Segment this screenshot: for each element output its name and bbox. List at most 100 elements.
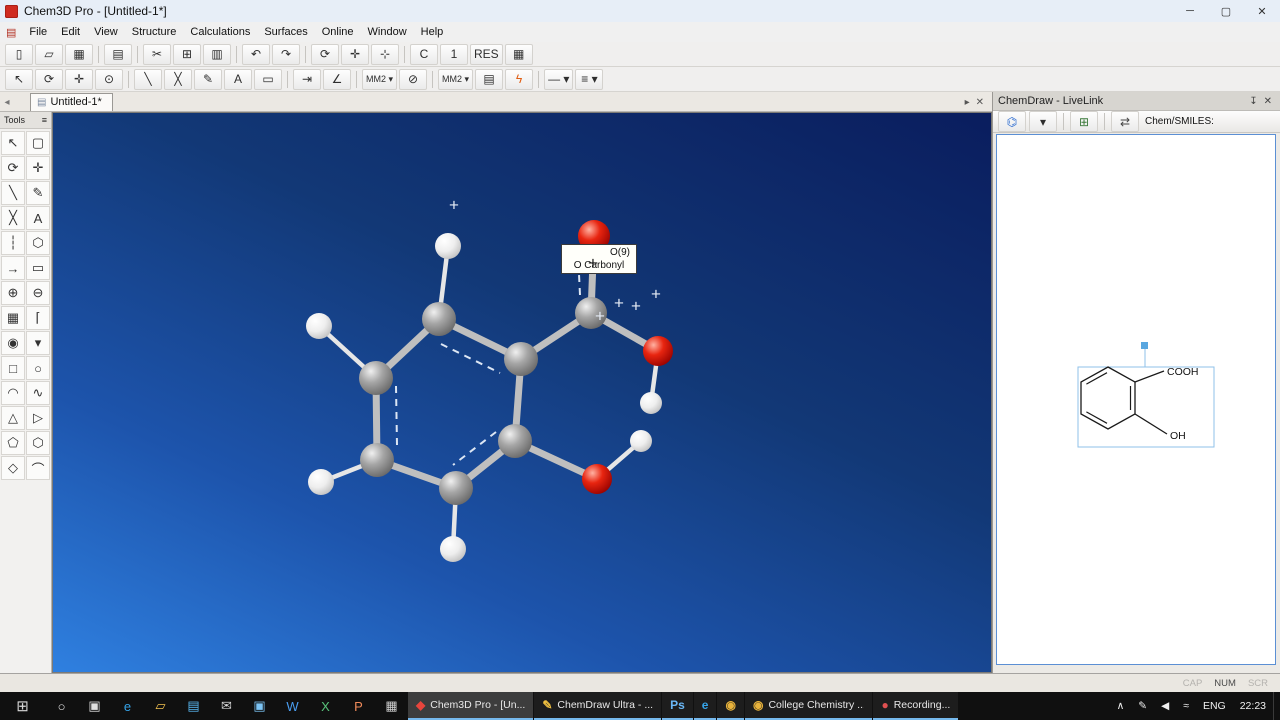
- livelink-dropdown[interactable]: ▾: [1029, 111, 1057, 132]
- bond-order-button[interactable]: 1: [440, 43, 468, 65]
- more-shapes-button[interactable]: ▾: [26, 331, 50, 355]
- atom-h[interactable]: [435, 233, 461, 259]
- chart-button[interactable]: ▤: [475, 68, 504, 90]
- atom-h[interactable]: [440, 536, 466, 562]
- single-bond-tool[interactable]: ╲: [1, 181, 25, 205]
- sync-button[interactable]: ⇄: [1111, 111, 1139, 132]
- stop-calculation-button[interactable]: ⊘: [399, 68, 428, 90]
- print-button[interactable]: ▤: [104, 43, 132, 65]
- hash-style-combo[interactable]: ≡ ▾: [575, 68, 604, 90]
- single-bond-tool[interactable]: ╲: [134, 68, 162, 90]
- carbon-button[interactable]: C: [410, 43, 438, 65]
- livelink-drawing-area[interactable]: COOH OH: [996, 134, 1276, 665]
- double-bond-tool[interactable]: ╳: [164, 68, 192, 90]
- rotate-tool[interactable]: ⟳: [35, 68, 63, 90]
- recording-taskbar-button[interactable]: ● Recording...: [873, 692, 959, 720]
- atom-c[interactable]: [504, 342, 538, 376]
- pen-tray-icon[interactable]: ✎: [1131, 692, 1154, 720]
- photos-button[interactable]: ▣: [243, 692, 276, 720]
- show-desktop-button[interactable]: [1273, 692, 1280, 720]
- translate-tool[interactable]: ✛: [26, 156, 50, 180]
- atom-h[interactable]: [308, 469, 334, 495]
- livelink-header[interactable]: ChemDraw - LiveLink ↧ ✕: [993, 92, 1280, 111]
- oval-tool[interactable]: ○: [26, 356, 50, 380]
- text-tool[interactable]: A: [26, 206, 50, 230]
- salicylic-acid-2d-structure[interactable]: COOH OH: [1067, 337, 1227, 457]
- paste-button[interactable]: ▥: [203, 43, 231, 65]
- diamond-tool[interactable]: ◇: [1, 456, 25, 480]
- panel-close-icon[interactable]: ✕: [1261, 96, 1275, 107]
- open-button[interactable]: ▱: [35, 43, 63, 65]
- select-next-button[interactable]: ⇥: [293, 68, 321, 90]
- menu-view[interactable]: View: [87, 23, 125, 41]
- word-button[interactable]: W: [276, 692, 309, 720]
- arrow-tool[interactable]: →: [1, 256, 25, 280]
- cut-button[interactable]: ✂: [143, 43, 171, 65]
- mm2-minimize-combo[interactable]: MM2 ▾: [362, 68, 398, 90]
- res-button[interactable]: RES: [470, 43, 503, 65]
- line-style-combo[interactable]: — ▾: [544, 68, 574, 90]
- copy-to-model-button[interactable]: ⊞: [1070, 111, 1098, 132]
- chem3d-taskbar-button[interactable]: ◆ Chem3D Pro - [Un...: [408, 692, 534, 720]
- atom-c[interactable]: [360, 443, 394, 477]
- rotate-view-button[interactable]: ⟳: [311, 43, 339, 65]
- arc-tool[interactable]: ◠: [1, 381, 25, 405]
- tab-scroll-right-icon[interactable]: ▸: [965, 97, 970, 108]
- atom-o[interactable]: [582, 464, 612, 494]
- new-document-button[interactable]: ▯: [5, 43, 33, 65]
- move-tool[interactable]: ✛: [65, 68, 93, 90]
- tools-palette-header[interactable]: Tools ≡: [0, 112, 51, 129]
- atom-c[interactable]: [498, 424, 532, 458]
- atom-c[interactable]: [439, 471, 473, 505]
- rectangle-tool[interactable]: □: [1, 356, 25, 380]
- task-view-button[interactable]: ▣: [78, 692, 111, 720]
- dashed-bond-tool[interactable]: ┆: [1, 231, 25, 255]
- menu-structure[interactable]: Structure: [125, 23, 184, 41]
- fit-to-window-button[interactable]: ⊹: [371, 43, 399, 65]
- network-tray-icon[interactable]: ≈: [1176, 692, 1196, 720]
- triangle-tool[interactable]: △: [1, 406, 25, 430]
- powerpoint-button[interactable]: P: [342, 692, 375, 720]
- select-tool[interactable]: ↖: [5, 68, 33, 90]
- atom-h[interactable]: [630, 430, 652, 452]
- mail-button[interactable]: ✉: [210, 692, 243, 720]
- maximize-button[interactable]: ▢: [1208, 0, 1244, 22]
- copy-button[interactable]: ⊞: [173, 43, 201, 65]
- menu-calculations[interactable]: Calculations: [183, 23, 257, 41]
- orbital-tool[interactable]: ◉: [1, 331, 25, 355]
- rotate-tool[interactable]: ⟳: [1, 156, 25, 180]
- marquee-tool[interactable]: ▢: [26, 131, 50, 155]
- atom-c[interactable]: [422, 302, 456, 336]
- model-table-button[interactable]: ▦: [504, 43, 533, 65]
- save-button[interactable]: ▦: [65, 43, 93, 65]
- document-tab[interactable]: ▤ Untitled-1*: [30, 93, 113, 111]
- ie-taskbar-button[interactable]: e: [693, 692, 717, 720]
- bracket-tool[interactable]: ⌈: [26, 306, 50, 330]
- start-button[interactable]: ⊞: [0, 692, 45, 720]
- tab-scroll-left-icon[interactable]: ◂: [0, 97, 14, 111]
- atom-c[interactable]: [359, 361, 393, 395]
- wave-tool[interactable]: ∿: [26, 381, 50, 405]
- menu-online[interactable]: Online: [315, 23, 361, 41]
- text-tool[interactable]: A: [224, 68, 252, 90]
- menu-help[interactable]: Help: [414, 23, 451, 41]
- pin-icon[interactable]: ↧: [1246, 96, 1260, 107]
- calculator-button[interactable]: ▦: [375, 692, 408, 720]
- atom-h[interactable]: [306, 313, 332, 339]
- menu-file[interactable]: File: [22, 23, 54, 41]
- chrome-taskbar-button[interactable]: ◉: [717, 692, 744, 720]
- edge-button[interactable]: e: [111, 692, 144, 720]
- redo-button[interactable]: ↷: [272, 43, 300, 65]
- atom-h[interactable]: [640, 392, 662, 414]
- close-button[interactable]: ✕: [1244, 0, 1280, 22]
- table-tool[interactable]: ▦: [1, 306, 25, 330]
- atom-o[interactable]: [643, 336, 673, 366]
- charge-plus-tool[interactable]: ⊕: [1, 281, 25, 305]
- menu-window[interactable]: Window: [361, 23, 414, 41]
- charge-minus-tool[interactable]: ⊖: [26, 281, 50, 305]
- tab-close-icon[interactable]: ✕: [976, 97, 984, 108]
- selection-rectangle[interactable]: [1077, 366, 1215, 448]
- menu-edit[interactable]: Edit: [54, 23, 87, 41]
- eraser-tool[interactable]: ▭: [26, 256, 50, 280]
- language-indicator[interactable]: ENG: [1196, 692, 1233, 720]
